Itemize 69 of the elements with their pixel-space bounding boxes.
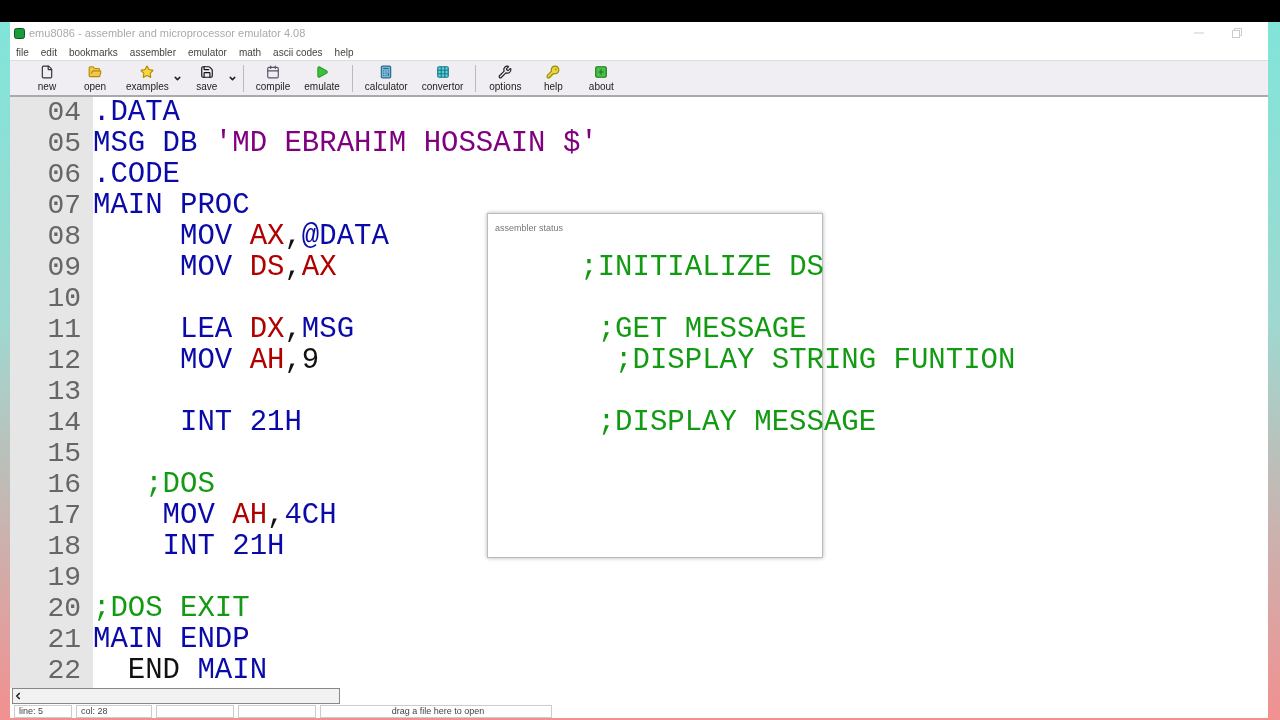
line-number: 04 (47, 97, 81, 128)
code-line: .DATA (93, 97, 180, 128)
toolbar-button[interactable]: save (183, 64, 230, 92)
line-number: 19 (47, 562, 81, 593)
toolbar-button[interactable]: compile (249, 64, 297, 92)
code-line: ;DOS EXIT (93, 593, 250, 624)
column-indicator: col: 28 (76, 704, 152, 718)
key-icon (546, 64, 561, 79)
file-icon (40, 64, 54, 79)
toolbar-button[interactable]: options (482, 64, 529, 92)
menu-item[interactable]: emulator (187, 46, 227, 58)
line-number: 10 (47, 283, 81, 314)
toolbar-button[interactable]: emulate (298, 64, 346, 92)
star-icon (140, 64, 155, 79)
menu-item[interactable]: file (16, 46, 29, 58)
code-line: INT 21H (161, 531, 285, 562)
line-number: 18 (47, 531, 81, 562)
toolbar-button[interactable]: examples (120, 64, 175, 92)
scroll-left-icon[interactable] (13, 691, 23, 701)
menu-item[interactable]: bookmarks (68, 46, 118, 58)
menu-item[interactable]: assembler (129, 46, 176, 58)
code-line: MAIN PROC (93, 190, 250, 221)
line-number: 21 (47, 624, 81, 655)
line-number: 07 (47, 190, 81, 221)
menu-item[interactable]: math (238, 46, 262, 58)
line-number: 16 (47, 469, 81, 500)
calculator-icon (379, 64, 394, 79)
line-number: 15 (47, 438, 81, 469)
status-hint: drag a file here to open (320, 704, 552, 718)
line-number: 22 (47, 655, 81, 686)
menu-item[interactable]: ascii codes (273, 46, 323, 58)
toolbar-button[interactable]: about (578, 64, 625, 92)
square-icon (594, 64, 609, 79)
code-line: INT 21H ;DISPLAY MESSAGE (179, 407, 877, 438)
folder-icon (88, 64, 102, 79)
toolbar-button[interactable]: convertor (415, 64, 470, 92)
horizontal-scrollbar[interactable] (12, 688, 340, 704)
window-title: emu8086 - assembler and microprocessor emulator 4.08 (29, 27, 306, 39)
app-icon (14, 27, 25, 39)
wrench-icon (498, 64, 513, 79)
toolbar-button[interactable]: help (530, 64, 577, 92)
code-line: END MAIN (126, 655, 268, 686)
toolbar-button[interactable]: calculator (358, 64, 414, 92)
line-indicator: line: 5 (14, 704, 72, 718)
code-line: ;DOS (144, 469, 215, 500)
line-number: 17 (47, 500, 81, 531)
code-line: MOV AH,9 ;DISPLAY STRING FUNTION (179, 345, 1016, 376)
toolbar-button[interactable]: new (24, 64, 70, 92)
play-icon (315, 64, 330, 79)
toolbar-button[interactable]: open (72, 64, 118, 92)
line-number: 12 (47, 345, 81, 376)
code-line: MOV DS,AX ;INITIALIZE DS (179, 252, 824, 283)
code-line: MOV AX,@DATA (179, 221, 389, 252)
line-number: 06 (47, 159, 81, 190)
code-line: .CODE (93, 159, 180, 190)
line-number: 13 (47, 376, 81, 407)
menu-item[interactable]: help (334, 46, 354, 58)
dialog-title: assembler status (495, 223, 564, 233)
menu-item[interactable]: edit (40, 46, 57, 58)
code-line: LEA DX,MSG ;GET MESSAGE (179, 314, 807, 345)
line-number: 09 (47, 252, 81, 283)
line-number: 11 (47, 314, 81, 345)
line-number: 05 (47, 128, 81, 159)
code-line: MSG DB 'MD EBRAHIM HOSSAIN $' (93, 128, 598, 159)
code-line: MOV AH,4CH (161, 500, 337, 531)
line-number: 14 (47, 407, 81, 438)
line-number: 08 (47, 221, 81, 252)
line-number: 20 (47, 593, 81, 624)
code-line: MAIN ENDP (93, 624, 250, 655)
